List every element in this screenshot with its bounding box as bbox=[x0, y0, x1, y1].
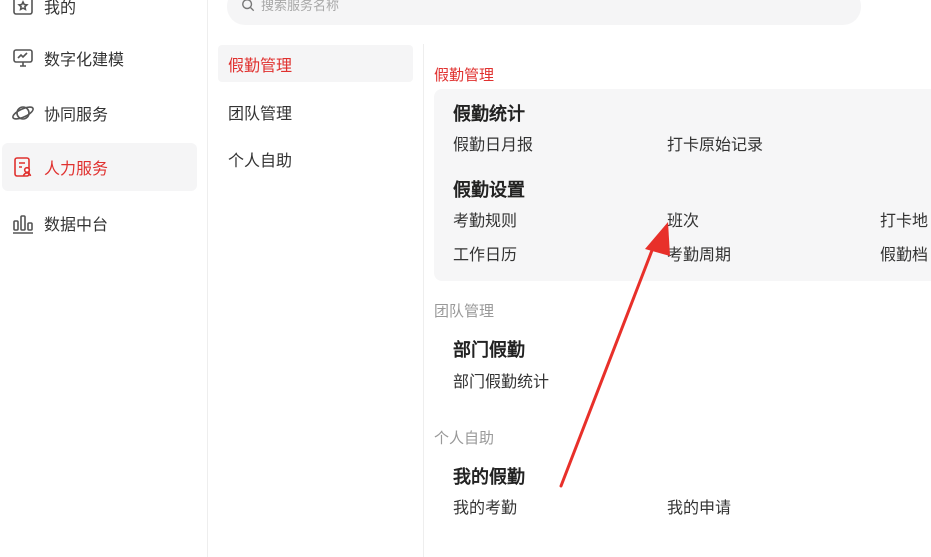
service-link[interactable]: 考勤规则 bbox=[453, 207, 517, 231]
sidebar-item-collab[interactable]: 协同服务 bbox=[2, 89, 197, 137]
group-title: 假勤统计 bbox=[453, 104, 525, 125]
section-title: 团队管理 bbox=[434, 302, 495, 320]
sidebar-item-digital-modeling[interactable]: 数字化建模 bbox=[2, 34, 197, 82]
search-icon bbox=[241, 0, 255, 16]
group-title: 我的假勤 bbox=[453, 467, 525, 488]
service-link[interactable]: 假勤档 bbox=[880, 241, 928, 265]
app-root: 我的 数字化建模 协同服务 人力服务 数据中台 搜索服务名称 假勤管理 团队管理… bbox=[0, 0, 931, 557]
service-link[interactable]: 打卡地 bbox=[880, 207, 928, 231]
sidebar-item-data-platform[interactable]: 数据中台 bbox=[2, 199, 197, 247]
service-link[interactable]: 班次 bbox=[667, 207, 699, 231]
sidebar-item-label: 我的 bbox=[44, 0, 77, 17]
category-column: 假勤管理 团队管理 个人自助 bbox=[208, 44, 424, 557]
sidebar-item-label: 数字化建模 bbox=[44, 50, 125, 69]
planet-icon bbox=[10, 100, 36, 126]
service-link[interactable]: 工作日历 bbox=[453, 241, 517, 265]
category-team-management[interactable]: 团队管理 bbox=[218, 93, 413, 130]
service-link[interactable]: 假勤日月报 bbox=[453, 131, 533, 155]
section-title: 个人自助 bbox=[434, 429, 495, 447]
sidebar-item-label: 人力服务 bbox=[44, 159, 109, 178]
sidebar-item-mine[interactable]: 我的 bbox=[2, 0, 197, 30]
monitor-chart-icon bbox=[10, 45, 36, 71]
category-self-service[interactable]: 个人自助 bbox=[218, 140, 413, 177]
group-title: 部门假勤 bbox=[453, 340, 525, 361]
person-card-icon bbox=[10, 154, 36, 180]
category-leave-management[interactable]: 假勤管理 bbox=[218, 45, 413, 82]
sidebar-item-label: 数据中台 bbox=[44, 215, 109, 234]
sidebar-item-label: 协同服务 bbox=[44, 105, 109, 124]
service-link[interactable]: 部门假勤统计 bbox=[453, 368, 549, 392]
service-link[interactable]: 考勤周期 bbox=[667, 241, 731, 265]
star-box-icon bbox=[10, 0, 36, 19]
service-link[interactable]: 我的申请 bbox=[667, 494, 731, 518]
sidebar: 我的 数字化建模 协同服务 人力服务 数据中台 bbox=[0, 0, 208, 557]
service-link[interactable]: 我的考勤 bbox=[453, 494, 517, 518]
section-title: 假勤管理 bbox=[434, 66, 495, 84]
service-link[interactable]: 打卡原始记录 bbox=[667, 131, 763, 155]
sidebar-item-hr[interactable]: 人力服务 bbox=[2, 143, 197, 191]
search-input[interactable] bbox=[261, 0, 841, 14]
group-title: 假勤设置 bbox=[453, 180, 525, 201]
search-bar bbox=[227, 0, 861, 25]
bar-chart-icon bbox=[10, 210, 36, 236]
